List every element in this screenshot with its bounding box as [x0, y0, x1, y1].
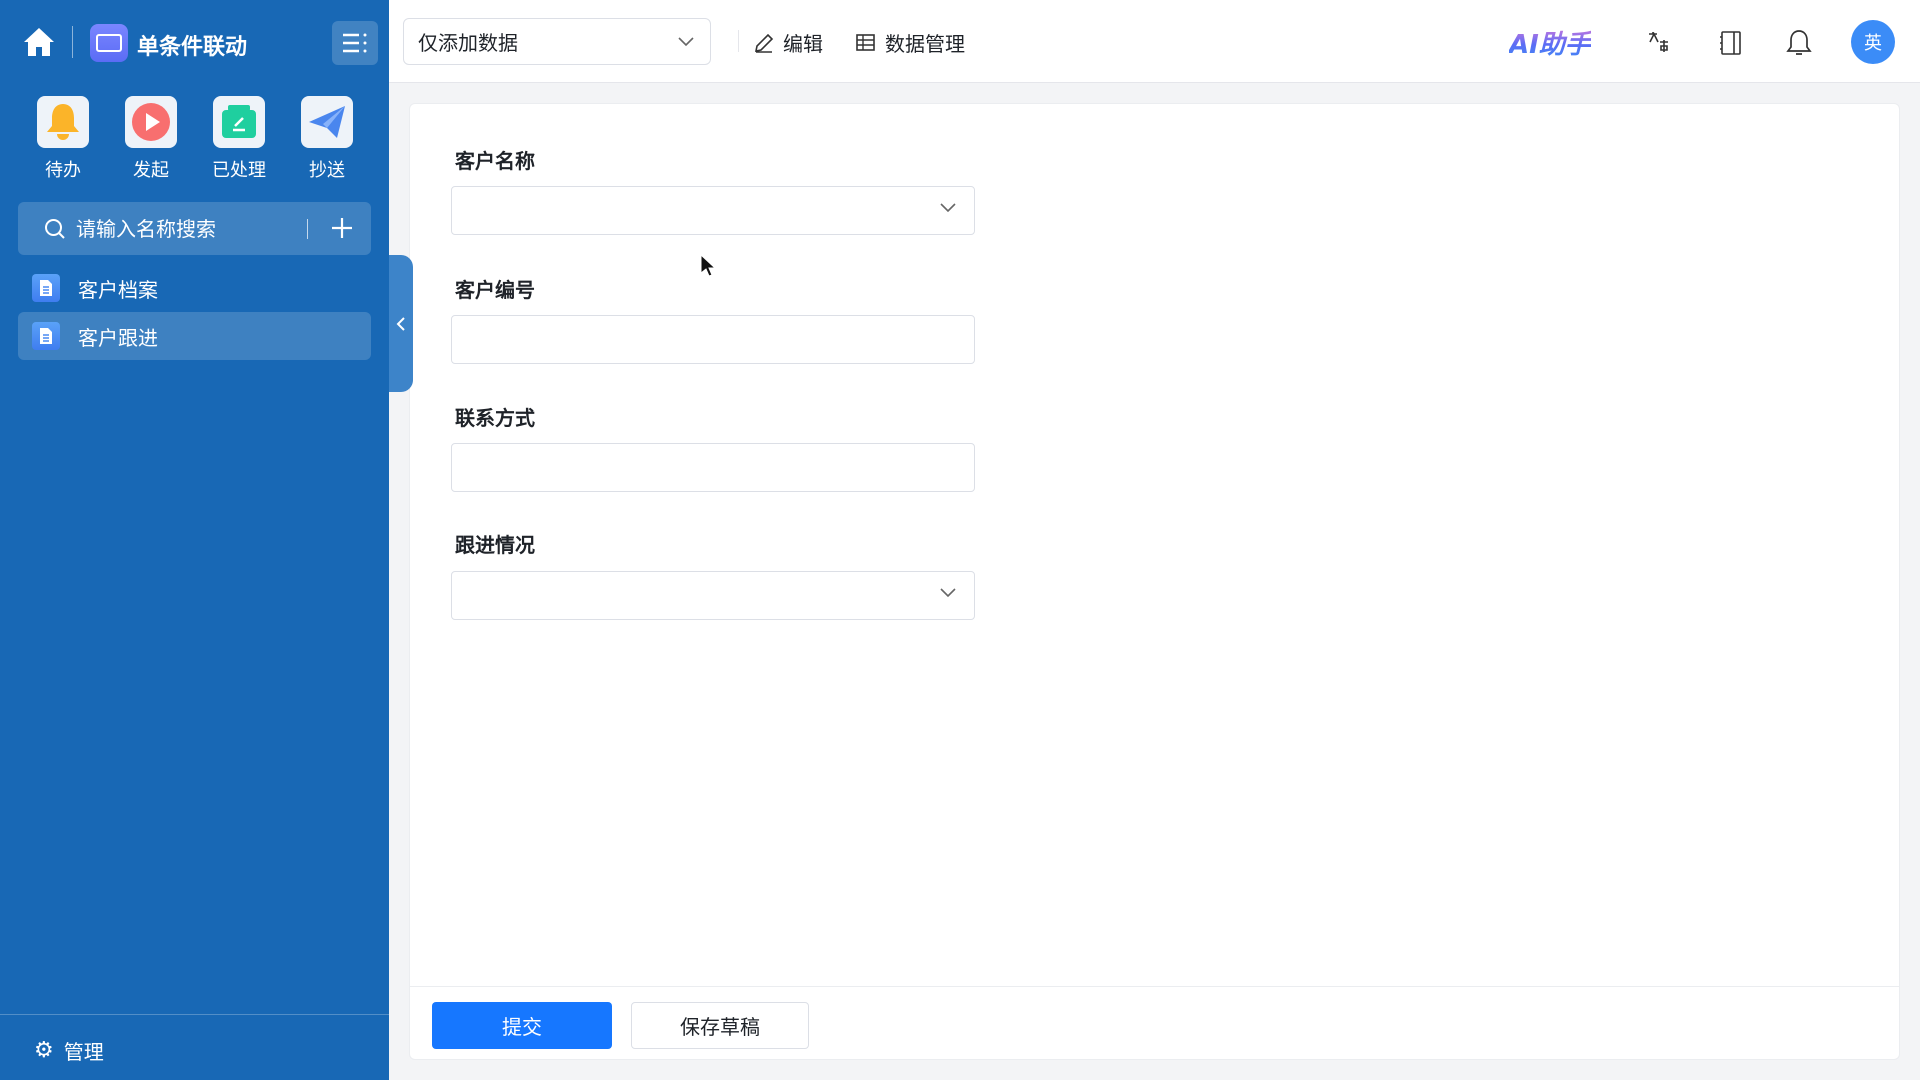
- quick-action-start[interactable]: 发起: [125, 96, 177, 148]
- contact-input[interactable]: [451, 443, 975, 492]
- field-label: 跟进情况: [455, 529, 535, 558]
- chevron-down-icon: [940, 203, 956, 213]
- nav-item-customer-followup[interactable]: 客户跟进: [18, 312, 371, 360]
- translate-icon[interactable]: [1646, 30, 1672, 56]
- divider: [307, 219, 308, 239]
- chevron-left-icon: [396, 316, 406, 332]
- processed-icon: [221, 104, 257, 140]
- data-manage-label: 数据管理: [885, 28, 965, 57]
- divider: [738, 30, 739, 52]
- mode-select[interactable]: 仅添加数据: [403, 18, 711, 65]
- search-input[interactable]: [76, 212, 306, 246]
- quick-action-todo[interactable]: 待办: [37, 96, 89, 148]
- ai-assistant-button[interactable]: AI助手: [1509, 24, 1591, 61]
- document-icon: [32, 274, 60, 302]
- divider: [72, 26, 73, 58]
- menu-icon: [342, 33, 368, 53]
- nav-item-label: 客户档案: [78, 274, 158, 303]
- paper-plane-icon: [307, 104, 347, 140]
- manage-label: 管理: [64, 1036, 104, 1065]
- data-manage-button[interactable]: 数据管理: [855, 28, 965, 57]
- edit-label: 编辑: [783, 28, 823, 57]
- mode-select-value: 仅添加数据: [418, 27, 518, 56]
- divider: [0, 1014, 389, 1015]
- divider: [410, 986, 1899, 987]
- chevron-down-icon: [678, 37, 694, 47]
- quick-action-processed[interactable]: 已处理: [213, 96, 265, 148]
- quick-action-label: 抄送: [281, 156, 373, 182]
- bell-icon[interactable]: [1786, 29, 1812, 57]
- followup-status-select[interactable]: [451, 571, 975, 620]
- add-icon[interactable]: [331, 217, 353, 239]
- menu-button[interactable]: [332, 21, 378, 65]
- quick-action-label: 发起: [105, 156, 197, 182]
- book-icon[interactable]: [1719, 30, 1743, 56]
- gear-icon: ⚙: [34, 1038, 54, 1063]
- mouse-cursor-icon: [700, 254, 716, 278]
- search-box[interactable]: [18, 202, 371, 255]
- field-label: 客户编号: [455, 274, 535, 303]
- edit-icon: [753, 32, 775, 54]
- document-icon: [32, 322, 60, 350]
- bell-icon: [45, 102, 81, 142]
- home-icon[interactable]: [22, 26, 56, 58]
- top-header: 仅添加数据 编辑 数据管理 AI助手 英: [389, 0, 1920, 83]
- quick-action-cc[interactable]: 抄送: [301, 96, 353, 148]
- play-icon: [131, 102, 171, 142]
- avatar[interactable]: 英: [1851, 20, 1895, 64]
- collapse-sidebar-button[interactable]: [389, 255, 413, 392]
- field-label: 客户名称: [455, 145, 535, 174]
- customer-number-input[interactable]: [451, 315, 975, 364]
- quick-action-label: 待办: [17, 156, 109, 182]
- chevron-down-icon: [940, 588, 956, 598]
- manage-button[interactable]: ⚙ 管理: [34, 1036, 104, 1065]
- search-icon: [44, 218, 66, 240]
- customer-name-select[interactable]: [451, 186, 975, 235]
- quick-action-label: 已处理: [193, 156, 285, 182]
- submit-button[interactable]: 提交: [432, 1002, 612, 1049]
- app-icon: [90, 24, 128, 62]
- app-title: 单条件联动: [137, 29, 247, 61]
- edit-button[interactable]: 编辑: [753, 28, 823, 57]
- sidebar: 单条件联动 待办 发起 已处理 抄送 input::placeholder{co…: [0, 0, 389, 1080]
- save-draft-button[interactable]: 保存草稿: [631, 1002, 809, 1049]
- table-icon: [855, 33, 877, 53]
- field-label: 联系方式: [455, 402, 535, 431]
- nav-item-customer-archive[interactable]: 客户档案: [18, 264, 371, 312]
- nav-item-label: 客户跟进: [78, 322, 158, 351]
